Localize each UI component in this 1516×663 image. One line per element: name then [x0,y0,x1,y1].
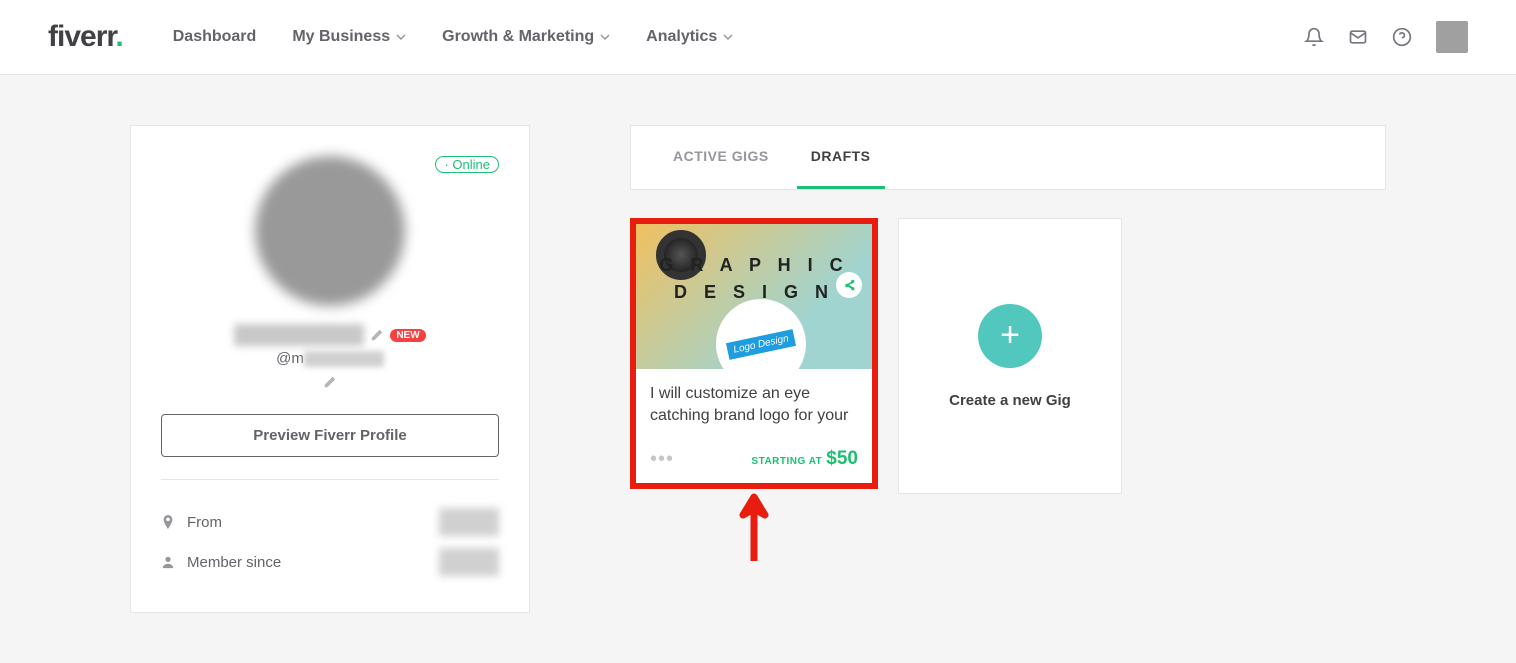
create-new-gig-label: Create a new Gig [949,392,1071,409]
gig-price: $50 [826,448,858,469]
edit-handle-row [323,375,337,394]
nav-analytics-label: Analytics [646,28,717,46]
bell-icon[interactable] [1304,27,1324,47]
create-new-gig-card[interactable]: + Create a new Gig [898,218,1122,494]
user-icon [161,555,175,569]
member-since-row: Member since [161,542,499,582]
arrow-up-icon [737,493,771,563]
nav-my-business[interactable]: My Business [292,28,406,46]
member-since-value-redacted [439,548,499,576]
nav-growth-label: Growth & Marketing [442,28,594,46]
nav-analytics[interactable]: Analytics [646,28,733,46]
nav-dashboard-label: Dashboard [173,28,257,46]
logo-badge-graphic: Logo Design [716,299,806,369]
from-value-redacted [439,508,499,536]
chevron-down-icon [723,32,733,42]
gig-footer: ••• STARTING AT $50 [636,438,872,483]
logo-text: fiverr [48,20,115,53]
user-avatar[interactable] [1436,21,1468,53]
header: fiverr. Dashboard My Business Growth & M… [0,0,1516,75]
draft-gig-card[interactable]: G R A P H I C D E S I G N Logo Design I … [630,218,878,489]
tab-drafts[interactable]: DRAFTS [797,126,885,189]
handle-redacted [304,351,384,367]
from-row: From [161,502,499,542]
gig-body: I will customize an eye catching brand l… [636,369,872,438]
gigs-section: ACTIVE GIGS DRAFTS G R A P H I C D E S I… [630,125,1386,563]
mail-icon[interactable] [1348,27,1368,47]
profile-card: · Online NEW @m Preview Fiverr Profile F… [130,125,530,613]
edit-handle-icon[interactable] [323,375,337,389]
profile-name-row: NEW [234,324,425,346]
gig-menu-button[interactable]: ••• [650,448,674,471]
online-status-badge: · Online [435,156,499,173]
divider [161,479,499,480]
main-nav: Dashboard My Business Growth & Marketing… [173,28,734,46]
gigs-tabs: ACTIVE GIGS DRAFTS [630,125,1386,190]
gig-thumbnail: G R A P H I C D E S I G N Logo Design [636,224,872,369]
main-content: · Online NEW @m Preview Fiverr Profile F… [0,75,1516,663]
preview-profile-button[interactable]: Preview Fiverr Profile [161,414,499,457]
edit-name-icon[interactable] [370,328,384,342]
profile-avatar[interactable] [255,156,405,306]
handle-prefix: @m [276,350,304,367]
nav-my-business-label: My Business [292,28,390,46]
logo-dot: . [115,20,122,53]
thumb-line1: G R A P H I C [636,252,872,279]
starting-at-label: STARTING AT [751,456,822,467]
plus-icon: + [978,304,1042,368]
nav-growth-marketing[interactable]: Growth & Marketing [442,28,610,46]
profile-name-redacted [234,324,364,346]
share-icon [843,279,856,292]
header-right [1304,21,1468,53]
annotation-arrow [630,493,878,563]
nav-dashboard[interactable]: Dashboard [173,28,257,46]
gig-card-wrapper: G R A P H I C D E S I G N Logo Design I … [630,218,878,563]
chevron-down-icon [600,32,610,42]
tab-active-gigs[interactable]: ACTIVE GIGS [659,126,783,189]
help-icon[interactable] [1392,27,1412,47]
logo-badge-text: Logo Design [726,329,796,360]
location-icon [161,515,175,529]
gig-title: I will customize an eye catching brand l… [650,383,858,428]
chevron-down-icon [396,32,406,42]
gigs-grid: G R A P H I C D E S I G N Logo Design I … [630,218,1386,563]
new-badge: NEW [390,329,425,342]
logo[interactable]: fiverr. [48,20,123,54]
share-button[interactable] [836,272,862,298]
from-label: From [187,514,222,531]
member-since-label: Member since [187,554,281,571]
profile-handle: @m [276,350,384,367]
price-container: STARTING AT $50 [751,448,858,470]
